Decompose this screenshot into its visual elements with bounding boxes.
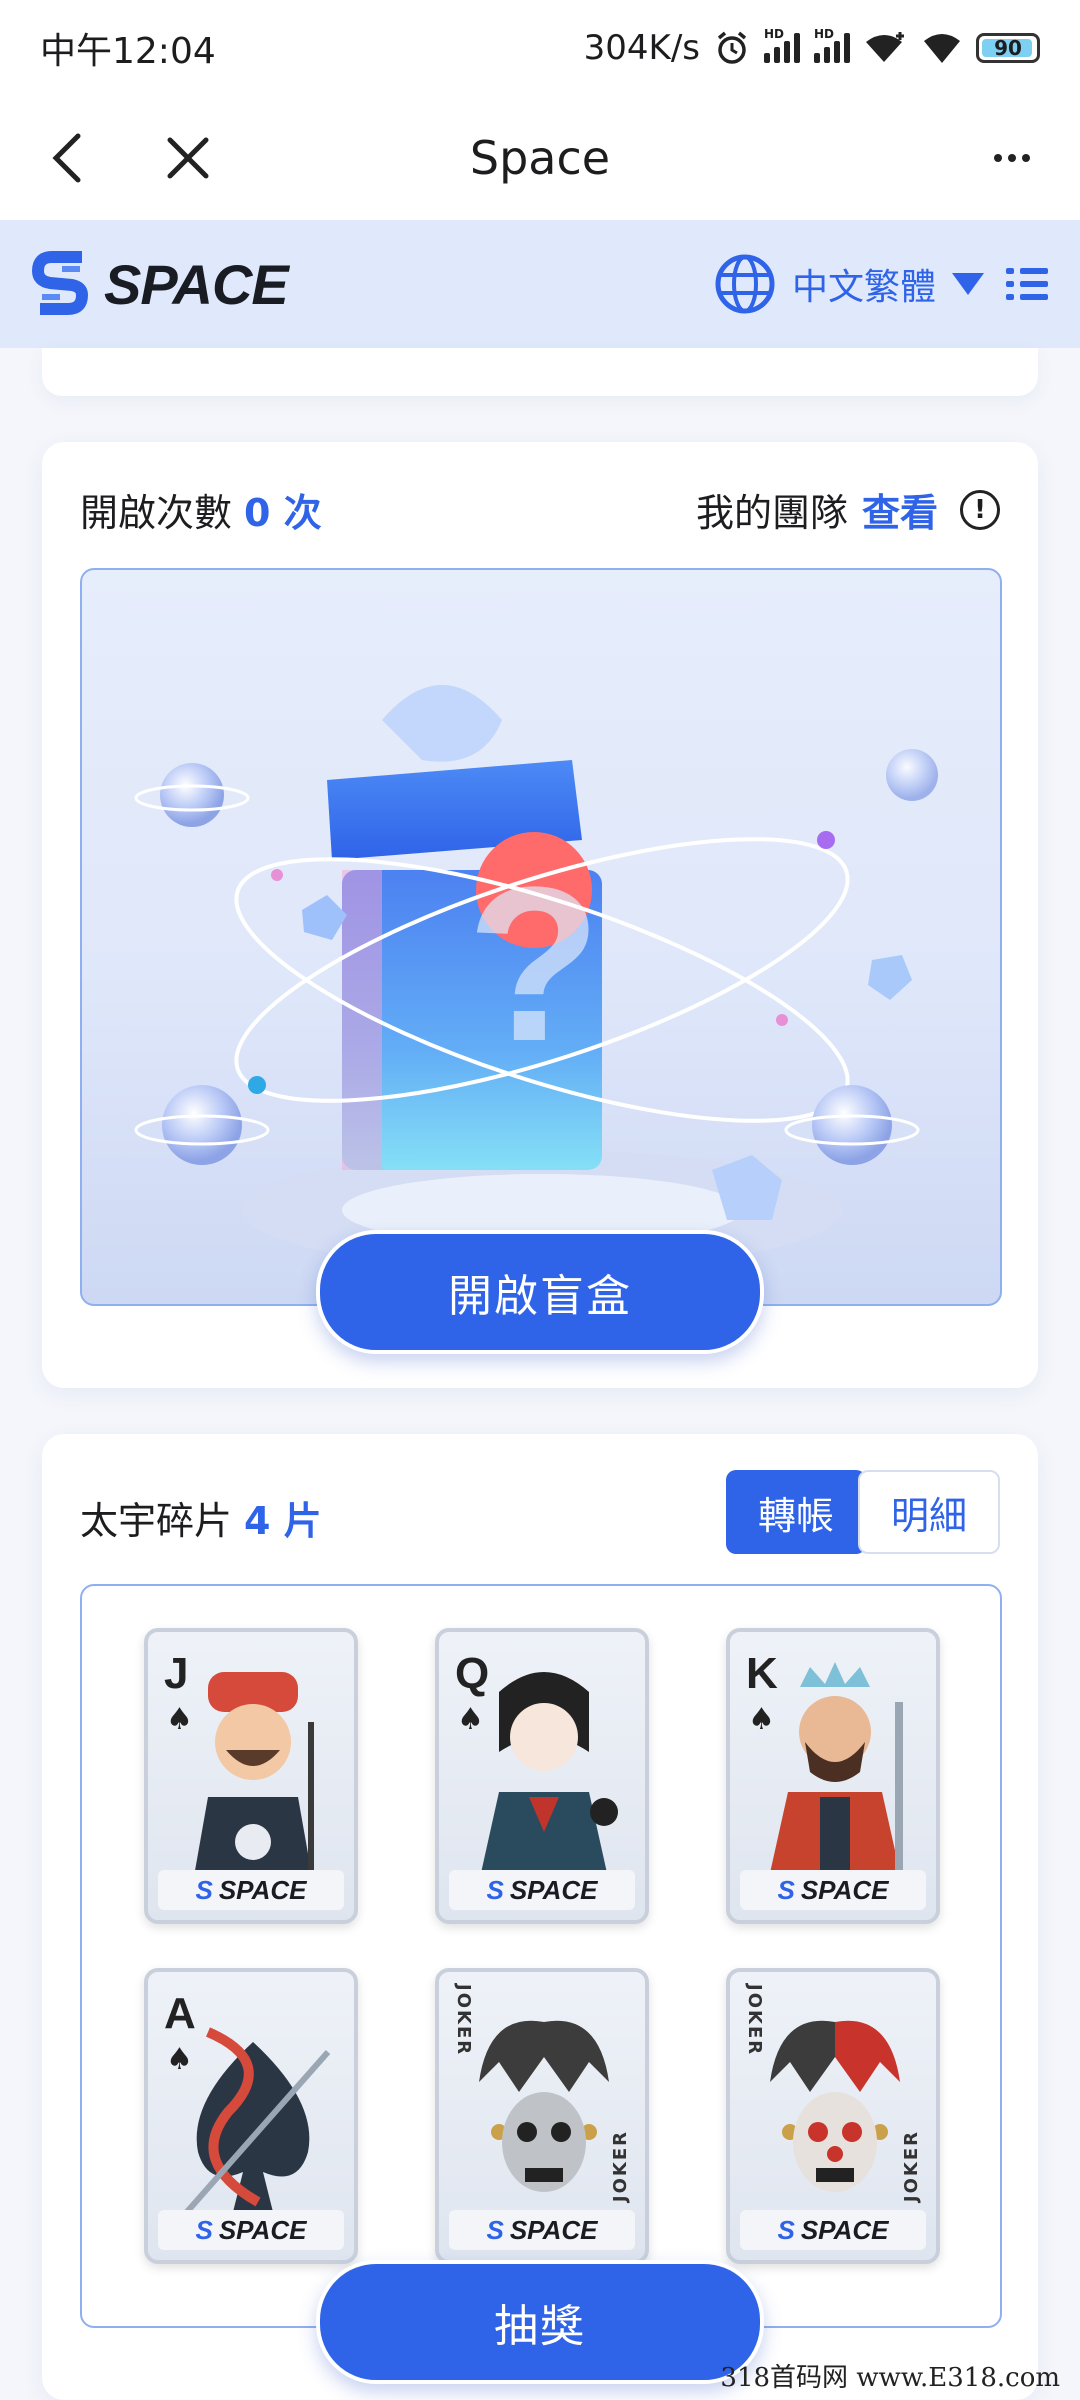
logo-text: SPACE <box>104 252 289 316</box>
card-king-spades[interactable]: K ♠ S SPACE <box>726 1628 940 1924</box>
space-logo-icon: S <box>777 1874 795 1905</box>
detail-button[interactable]: 明細 <box>858 1470 1000 1554</box>
signal-1-icon: HD <box>764 27 800 63</box>
card-rank-inverted: JOKER <box>901 2129 922 2202</box>
card-rank: Q <box>455 1649 490 1698</box>
card-ace-spades[interactable]: A ♠ S SPACE <box>144 1968 358 2264</box>
wifi-icon <box>924 34 960 63</box>
card-brand: S SPACE <box>158 1870 344 1910</box>
open-count-label: 開啟次數 <box>80 491 233 535</box>
card-brand: S SPACE <box>740 2210 926 2250</box>
previous-card-bottom <box>42 348 1038 396</box>
card-jack-spades[interactable]: J ♠ S SPACE <box>144 1628 358 1924</box>
status-time: 中午12:04 <box>40 31 216 72</box>
caret-down-icon <box>952 273 984 295</box>
language-selector[interactable]: 中文繁體 <box>714 253 984 315</box>
space-logo[interactable]: SPACE <box>32 251 289 317</box>
space-logo-icon: S <box>486 1874 504 1905</box>
close-button[interactable] <box>148 118 228 198</box>
card-brand: S SPACE <box>740 1870 926 1910</box>
space-logo-icon: S <box>486 2214 504 2245</box>
fragments-label: 太宇碎片 <box>80 1499 233 1543</box>
card-brand: S SPACE <box>449 2210 635 2250</box>
space-logo-icon: S <box>777 2214 795 2245</box>
card-rank: J <box>164 1649 189 1698</box>
blind-box-card: 開啟次數 0 次 我的團隊 查看 ! ? 開啟盲盒 <box>42 442 1038 1388</box>
card-rank-inverted: JOKER <box>610 2129 631 2202</box>
spade-icon: ♠ <box>457 1702 484 1737</box>
alarm-icon <box>717 31 747 64</box>
info-icon[interactable]: ! <box>960 489 1000 530</box>
space-logo-icon: S <box>195 2214 213 2245</box>
spade-icon: ♠ <box>166 2042 193 2077</box>
card-rank: JOKER <box>744 1984 765 2057</box>
browser-navbar: Space <box>0 96 1080 220</box>
chevron-left-icon <box>52 133 81 183</box>
more-horizontal-icon <box>994 154 1002 162</box>
spade-icon: ♠ <box>166 1702 193 1737</box>
card-joker-red[interactable]: JOKER JOKER S SPACE <box>726 1968 940 2264</box>
status-bar: 中午12:04 304K/s HD HD 90 <box>0 0 1080 96</box>
spade-icon: ♠ <box>748 1702 775 1737</box>
net-speed: 304K/s <box>583 28 700 68</box>
space-logo-icon: S <box>195 1874 213 1905</box>
fragment-cards-grid: J ♠ S SPACE Q ♠ S SPACE K ♠ S SPACE A ♠ … <box>80 1584 1002 2328</box>
card-rank: K <box>746 1649 778 1698</box>
signal-2-icon: HD <box>814 27 850 63</box>
status-icons: 304K/s HD HD 90 <box>583 27 1040 68</box>
blind-box-header: 開啟次數 0 次 我的團隊 查看 ! <box>80 482 1000 537</box>
card-rank: JOKER <box>453 1984 474 2057</box>
card-queen-spades[interactable]: Q ♠ S SPACE <box>435 1628 649 1924</box>
draw-lottery-button[interactable]: 抽獎 <box>316 2260 764 2384</box>
wifi-plus-icon <box>866 32 904 62</box>
transfer-button[interactable]: 轉帳 <box>726 1470 866 1554</box>
watermark: 318首码网 www.E318.com <box>720 2363 1060 2393</box>
close-icon <box>167 137 209 179</box>
card-brand: S SPACE <box>449 1870 635 1910</box>
back-button[interactable] <box>28 118 108 198</box>
open-blind-box-button[interactable]: 開啟盲盒 <box>316 1230 764 1354</box>
battery-icon: 90 <box>976 33 1040 63</box>
team-view-link[interactable]: 查看 <box>862 482 938 537</box>
team-section: 我的團隊 查看 ! <box>696 482 1000 537</box>
blind-box-illustration: ? <box>80 568 1002 1306</box>
fragments-card: 太宇碎片 4 片 轉帳 明細 J ♠ S SPACE Q ♠ S SPACE K… <box>42 1434 1038 2400</box>
card-brand: S SPACE <box>158 2210 344 2250</box>
card-rank: A <box>164 1989 196 2038</box>
globe-icon <box>715 254 775 314</box>
fragments-count: 4 片 <box>244 1499 322 1543</box>
space-logo-icon <box>32 251 88 315</box>
open-count-value: 0 次 <box>244 491 322 535</box>
list-menu-icon[interactable] <box>1006 268 1048 300</box>
site-header: SPACE 中文繁體 <box>0 220 1080 348</box>
team-label: 我的團隊 <box>695 491 848 535</box>
mystery-box-icon: ? <box>134 685 938 1270</box>
language-label: 中文繁體 <box>791 267 936 308</box>
more-button[interactable] <box>972 118 1052 198</box>
card-joker-black[interactable]: JOKER JOKER S SPACE <box>435 1968 649 2264</box>
battery-level: 90 <box>994 36 1022 60</box>
